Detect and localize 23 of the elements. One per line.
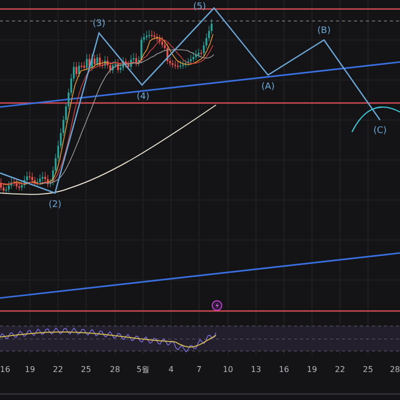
axis-label: 28: [390, 365, 400, 374]
axis-label: 28: [110, 365, 120, 374]
axis-label: 16: [278, 365, 290, 374]
axis-label: 22: [52, 365, 64, 374]
lightning-icon[interactable]: [212, 300, 222, 311]
curve-line: [351, 106, 400, 132]
axis-label: 25: [80, 365, 92, 374]
axis-label: 4: [168, 365, 174, 374]
axis-label: 13: [250, 365, 262, 374]
axis-label: 5월: [136, 365, 150, 374]
axis-label: 19: [306, 365, 318, 374]
wave-label: (3): [92, 19, 106, 29]
axis-label: 7: [196, 365, 202, 374]
wave-label: (4): [136, 92, 150, 102]
wave-label: (C): [373, 126, 387, 136]
axis-label: 25: [362, 365, 374, 374]
wave-label: (A): [261, 82, 275, 92]
wave-label: (B): [317, 26, 331, 36]
axis-label: 16: [0, 365, 10, 374]
axis-label: 19: [24, 365, 36, 374]
wave-label: (2): [48, 200, 62, 210]
axis-label: 10: [222, 365, 234, 374]
axis-label: 22: [334, 365, 346, 374]
